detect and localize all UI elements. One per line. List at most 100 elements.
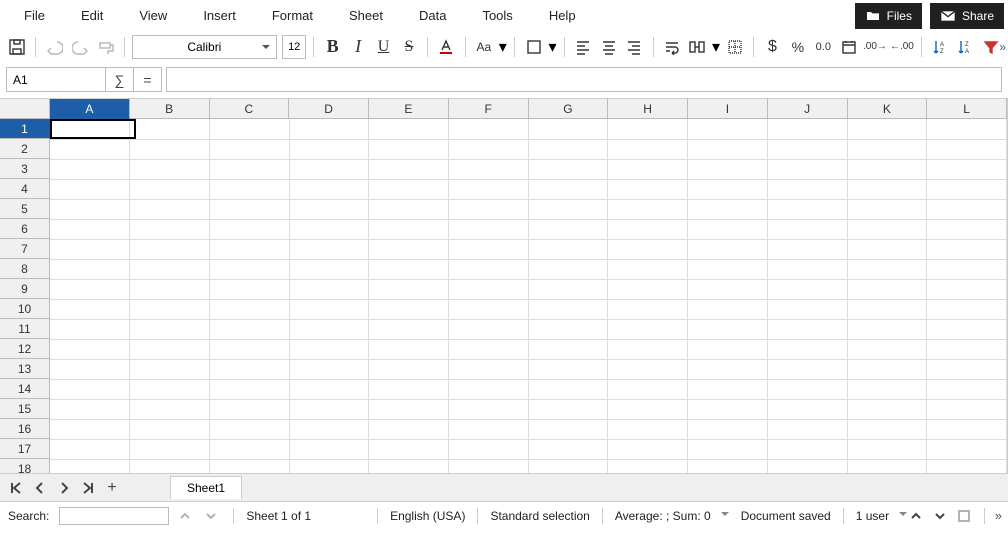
cell-L17[interactable] xyxy=(927,439,1007,459)
cell-I9[interactable] xyxy=(688,279,768,299)
cell-A11[interactable] xyxy=(50,319,130,339)
cell-F17[interactable] xyxy=(448,439,528,459)
cell-D11[interactable] xyxy=(289,319,369,339)
menu-help[interactable]: Help xyxy=(531,4,594,27)
col-header-H[interactable]: H xyxy=(608,99,688,119)
menu-sheet[interactable]: Sheet xyxy=(331,4,401,27)
menu-data[interactable]: Data xyxy=(401,4,464,27)
cell-A15[interactable] xyxy=(50,399,130,419)
cell-E2[interactable] xyxy=(369,139,449,159)
cell-H11[interactable] xyxy=(608,319,688,339)
cell-D8[interactable] xyxy=(289,259,369,279)
col-header-B[interactable]: B xyxy=(130,99,210,119)
cell-J8[interactable] xyxy=(767,259,847,279)
number-format-button[interactable]: 0.0 xyxy=(812,35,834,59)
cell-B12[interactable] xyxy=(130,339,210,359)
cell-A2[interactable] xyxy=(50,139,130,159)
col-header-C[interactable]: C xyxy=(210,99,290,119)
search-prev-button[interactable] xyxy=(175,506,195,526)
sort-desc-button[interactable]: ZA xyxy=(954,35,976,59)
cell-E6[interactable] xyxy=(369,219,449,239)
cell-C5[interactable] xyxy=(209,199,289,219)
cell-B1[interactable] xyxy=(130,119,210,139)
col-header-J[interactable]: J xyxy=(768,99,848,119)
cell-B6[interactable] xyxy=(130,219,210,239)
cell-D13[interactable] xyxy=(289,359,369,379)
cell-B7[interactable] xyxy=(130,239,210,259)
cell-J5[interactable] xyxy=(767,199,847,219)
cell-F1[interactable] xyxy=(448,119,528,139)
cell-B11[interactable] xyxy=(130,319,210,339)
cell-F9[interactable] xyxy=(448,279,528,299)
summary-dropdown-icon[interactable] xyxy=(721,512,729,520)
menu-file[interactable]: File xyxy=(6,4,63,27)
cell-A8[interactable] xyxy=(50,259,130,279)
cell-H6[interactable] xyxy=(608,219,688,239)
cell-E18[interactable] xyxy=(369,459,449,473)
cell-B16[interactable] xyxy=(130,419,210,439)
cell-K7[interactable] xyxy=(847,239,927,259)
cell-C1[interactable] xyxy=(209,119,289,139)
save-button[interactable] xyxy=(6,35,28,59)
language-label[interactable]: English (USA) xyxy=(390,509,465,523)
cell-A13[interactable] xyxy=(50,359,130,379)
menu-edit[interactable]: Edit xyxy=(63,4,121,27)
cell-E3[interactable] xyxy=(369,159,449,179)
cell-L6[interactable] xyxy=(927,219,1007,239)
cell-L11[interactable] xyxy=(927,319,1007,339)
cell-D6[interactable] xyxy=(289,219,369,239)
cell-A10[interactable] xyxy=(50,299,130,319)
cell-J1[interactable] xyxy=(767,119,847,139)
cell-I18[interactable] xyxy=(688,459,768,473)
align-center-button[interactable] xyxy=(598,35,620,59)
cell-D4[interactable] xyxy=(289,179,369,199)
cell-G5[interactable] xyxy=(528,199,608,219)
undo-button[interactable] xyxy=(43,35,65,59)
cell-E16[interactable] xyxy=(369,419,449,439)
cell-B18[interactable] xyxy=(130,459,210,473)
cell-F18[interactable] xyxy=(448,459,528,473)
selection-mode-label[interactable]: Standard selection xyxy=(490,509,589,523)
cell-H2[interactable] xyxy=(608,139,688,159)
cell-K1[interactable] xyxy=(847,119,927,139)
row-header-3[interactable]: 3 xyxy=(0,159,50,179)
cell-F13[interactable] xyxy=(448,359,528,379)
cell-D10[interactable] xyxy=(289,299,369,319)
cell-J15[interactable] xyxy=(767,399,847,419)
sort-asc-button[interactable]: AZ xyxy=(929,35,951,59)
wrap-text-button[interactable] xyxy=(660,35,682,59)
cell-J4[interactable] xyxy=(767,179,847,199)
row-header-15[interactable]: 15 xyxy=(0,399,50,419)
cell-G13[interactable] xyxy=(528,359,608,379)
cell-A12[interactable] xyxy=(50,339,130,359)
fill-color-button[interactable] xyxy=(522,35,544,59)
cell-G10[interactable] xyxy=(528,299,608,319)
cell-L8[interactable] xyxy=(927,259,1007,279)
cell-G2[interactable] xyxy=(528,139,608,159)
borders-button[interactable] xyxy=(724,35,746,59)
cell-I13[interactable] xyxy=(688,359,768,379)
cell-G3[interactable] xyxy=(528,159,608,179)
cell-C2[interactable] xyxy=(209,139,289,159)
align-left-button[interactable] xyxy=(572,35,594,59)
cell-L15[interactable] xyxy=(927,399,1007,419)
font-name-select[interactable]: Calibri xyxy=(132,35,277,59)
cell-F8[interactable] xyxy=(448,259,528,279)
cell-G17[interactable] xyxy=(528,439,608,459)
files-button[interactable]: Files xyxy=(855,3,922,29)
cell-F15[interactable] xyxy=(448,399,528,419)
cell-L4[interactable] xyxy=(927,179,1007,199)
cell-H14[interactable] xyxy=(608,379,688,399)
col-header-F[interactable]: F xyxy=(449,99,529,119)
cell-G1[interactable] xyxy=(528,119,608,139)
cell-K10[interactable] xyxy=(847,299,927,319)
font-size-select[interactable]: 12 xyxy=(282,35,306,59)
cell-H7[interactable] xyxy=(608,239,688,259)
cell-A1[interactable] xyxy=(50,119,130,139)
formula-button[interactable]: = xyxy=(134,67,162,92)
cell-G9[interactable] xyxy=(528,279,608,299)
row-header-5[interactable]: 5 xyxy=(0,199,50,219)
cell-reference-input[interactable]: A1 xyxy=(6,67,106,92)
cell-I3[interactable] xyxy=(688,159,768,179)
menu-view[interactable]: View xyxy=(121,4,185,27)
